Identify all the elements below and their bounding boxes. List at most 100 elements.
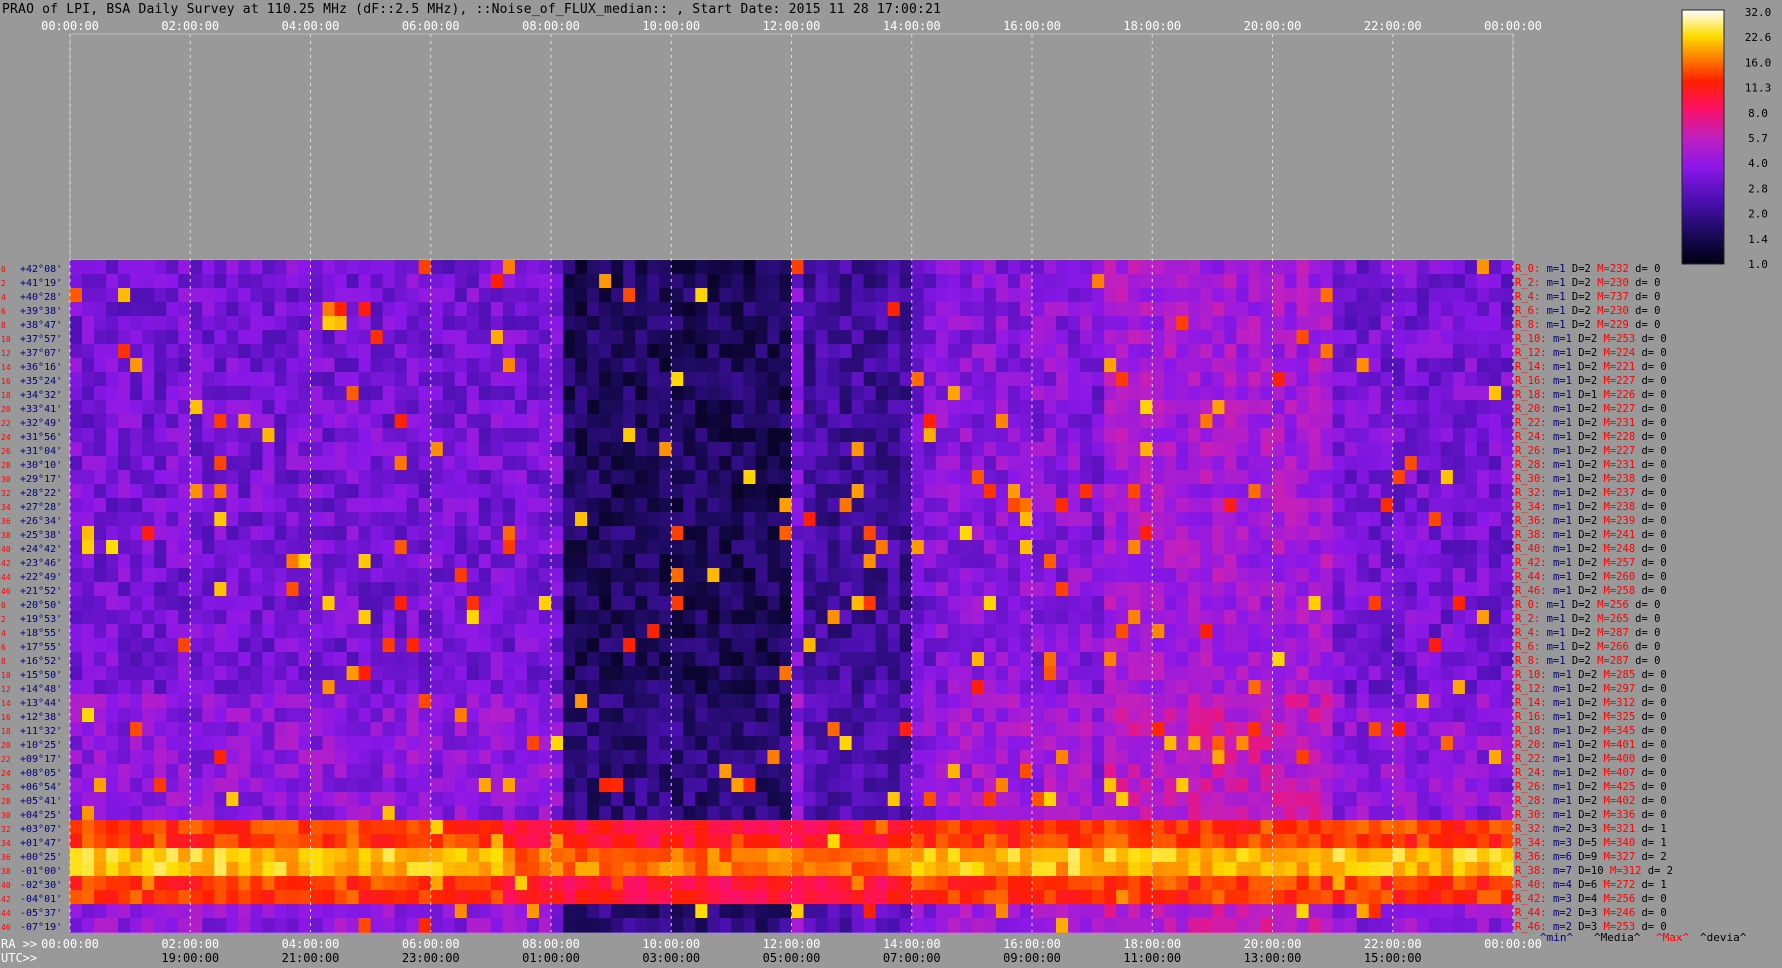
heat-cell: [611, 470, 624, 485]
heat-cell: [154, 302, 167, 317]
heat-cell: [1332, 778, 1346, 793]
heat-cell: [1080, 302, 1093, 317]
heat-cell: [286, 638, 300, 653]
heat-cell: [334, 666, 348, 681]
heat-cell: [1104, 750, 1117, 765]
heat-cell: [394, 330, 408, 345]
heat-cell: [875, 666, 889, 681]
heat-cell: [767, 512, 781, 527]
heat-cell: [731, 288, 745, 303]
heat-cell: [1416, 666, 1430, 681]
heat-cell: [526, 666, 540, 681]
heat-cell: [1116, 750, 1129, 765]
heat-cell: [563, 414, 576, 429]
heat-cell: [1236, 554, 1250, 569]
heat-cell: [82, 610, 95, 625]
heat-cell: [322, 414, 336, 429]
heat-cell: [719, 442, 732, 457]
heat-cell: [166, 680, 179, 695]
heat-cell: [1212, 330, 1226, 345]
heat-cell: [743, 624, 757, 639]
heat-cell: [286, 372, 300, 387]
heat-cell: [238, 540, 251, 555]
heat-cell: [166, 708, 179, 723]
heat-cell: [442, 750, 456, 765]
heat-cell: [370, 582, 384, 597]
heat-cell: [334, 330, 348, 345]
heat-cell: [406, 358, 420, 373]
heat-cell: [118, 638, 131, 653]
heat-cell: [1344, 288, 1358, 303]
heat-cell: [454, 484, 468, 499]
heat-cell: [1068, 596, 1081, 611]
heat-cell: [1296, 456, 1310, 471]
heat-cell: [1380, 568, 1394, 583]
heat-cell: [575, 680, 588, 695]
heat-cell: [526, 484, 540, 499]
heat-cell: [478, 316, 492, 331]
heat-cell: [430, 540, 444, 555]
heat-cell: [1212, 498, 1226, 513]
heat-cell: [502, 512, 516, 527]
heat-cell: [1176, 386, 1189, 401]
heat-cell: [70, 694, 83, 709]
heat-cell: [1296, 582, 1310, 597]
heat-cell: [1236, 512, 1250, 527]
heat-cell: [923, 330, 937, 345]
heat-cell: [514, 470, 528, 485]
heat-cell: [1188, 820, 1201, 835]
heat-cell: [587, 806, 600, 821]
heat-cell: [106, 568, 119, 583]
heat-cell: [1308, 722, 1322, 737]
heat-cell: [599, 680, 612, 695]
heat-cell: [1188, 428, 1201, 443]
heat-cell: [262, 694, 276, 709]
heat-cell: [262, 512, 276, 527]
heat-cell: [514, 526, 528, 541]
heat-cell: [226, 652, 239, 667]
heat-cell: [551, 498, 564, 513]
heat-cell: [214, 260, 227, 275]
heat-cell: [1140, 610, 1153, 625]
heat-cell: [154, 834, 167, 849]
heat-cell: [394, 652, 408, 667]
heat-cell: [142, 316, 155, 331]
heat-cell: [454, 428, 468, 443]
heat-cell: [1092, 330, 1105, 345]
heat-cell: [803, 260, 817, 275]
heat-cell: [442, 330, 456, 345]
heat-cell: [118, 456, 131, 471]
heat-cell: [635, 288, 648, 303]
heat-cell: [1128, 652, 1141, 667]
heat-cell: [1440, 806, 1454, 821]
heat-cell: [1044, 414, 1057, 429]
heat-cell: [334, 610, 348, 625]
heat-cell: [671, 778, 684, 793]
heat-cell: [983, 274, 997, 289]
heat-cell: [743, 344, 757, 359]
heat-cell: [286, 428, 300, 443]
heat-cell: [899, 456, 913, 471]
heat-cell: [683, 386, 696, 401]
heat-cell: [707, 680, 720, 695]
heat-cell: [755, 330, 769, 345]
heat-cell: [70, 638, 83, 653]
heat-cell: [478, 344, 492, 359]
heat-cell: [1092, 526, 1105, 541]
heat-cell: [1440, 764, 1454, 779]
heat-cell: [238, 526, 251, 541]
heat-cell: [1356, 456, 1370, 471]
heat-cell: [538, 666, 552, 681]
heat-cell: [779, 358, 793, 373]
heat-cell: [683, 806, 696, 821]
heat-cell: [1260, 540, 1274, 555]
heat-cell: [502, 722, 516, 737]
heat-cell: [1272, 484, 1286, 499]
heat-cell: [1068, 806, 1081, 821]
heat-cell: [623, 806, 636, 821]
heat-cell: [683, 372, 696, 387]
heat-cell: [995, 372, 1009, 387]
heat-cell: [1332, 260, 1346, 275]
heat-cell: [1392, 540, 1406, 555]
heat-cell: [94, 526, 107, 541]
